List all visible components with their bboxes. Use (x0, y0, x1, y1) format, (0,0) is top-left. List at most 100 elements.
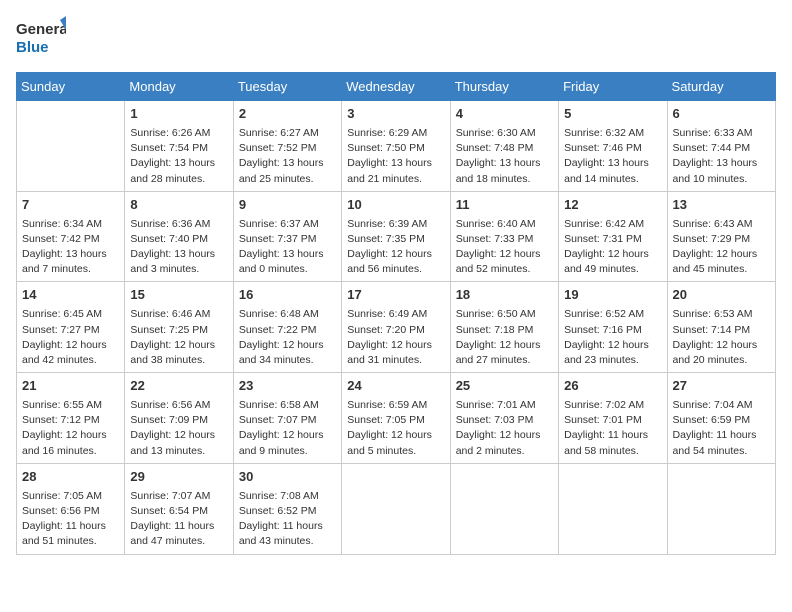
calendar-cell: 30 Sunrise: 7:08 AMSunset: 6:52 PMDayligh… (233, 463, 341, 554)
day-info: Sunrise: 7:08 AMSunset: 6:52 PMDaylight:… (239, 489, 336, 550)
day-number: 5 (564, 105, 661, 124)
day-info: Sunrise: 6:40 AMSunset: 7:33 PMDaylight:… (456, 217, 553, 278)
svg-text:Blue: Blue (16, 39, 49, 56)
calendar-cell: 12 Sunrise: 6:42 AMSunset: 7:31 PMDayligh… (559, 191, 667, 282)
calendar-cell: 24 Sunrise: 6:59 AMSunset: 7:05 PMDayligh… (342, 373, 450, 464)
calendar-cell: 3 Sunrise: 6:29 AMSunset: 7:50 PMDaylight… (342, 101, 450, 192)
day-number: 8 (130, 196, 227, 215)
week-row-2: 7 Sunrise: 6:34 AMSunset: 7:42 PMDaylight… (17, 191, 776, 282)
calendar-cell: 28 Sunrise: 7:05 AMSunset: 6:56 PMDayligh… (17, 463, 125, 554)
weekday-header-friday: Friday (559, 73, 667, 101)
week-row-4: 21 Sunrise: 6:55 AMSunset: 7:12 PMDayligh… (17, 373, 776, 464)
day-number: 16 (239, 286, 336, 305)
day-info: Sunrise: 7:02 AMSunset: 7:01 PMDaylight:… (564, 398, 661, 459)
calendar-cell: 15Sunrise: 6:46 AMSunset: 7:25 PMDayligh… (125, 282, 233, 373)
day-number: 27 (673, 377, 770, 396)
day-number: 4 (456, 105, 553, 124)
day-info: Sunrise: 6:34 AMSunset: 7:42 PMDaylight:… (22, 217, 119, 278)
calendar-cell: 17Sunrise: 6:49 AMSunset: 7:20 PMDayligh… (342, 282, 450, 373)
day-number: 11 (456, 196, 553, 215)
day-info: Sunrise: 6:27 AMSunset: 7:52 PMDaylight:… (239, 126, 336, 187)
calendar-cell: 14 Sunrise: 6:45 AMSunset: 7:27 PMDayligh… (17, 282, 125, 373)
day-info: Sunrise: 6:52 AMSunset: 7:16 PMDaylight:… (564, 307, 661, 368)
day-info: Sunrise: 6:49 AMSunset: 7:20 PMDaylight:… (347, 307, 444, 368)
day-info: Sunrise: 6:59 AMSunset: 7:05 PMDaylight:… (347, 398, 444, 459)
weekday-header-sunday: Sunday (17, 73, 125, 101)
day-number: 26 (564, 377, 661, 396)
calendar-cell (559, 463, 667, 554)
day-number: 21 (22, 377, 119, 396)
calendar-cell: 1 Sunrise: 6:26 AMSunset: 7:54 PMDaylight… (125, 101, 233, 192)
day-info: Sunrise: 6:43 AMSunset: 7:29 PMDaylight:… (673, 217, 770, 278)
day-info: Sunrise: 6:56 AMSunset: 7:09 PMDaylight:… (130, 398, 227, 459)
calendar-cell: 21 Sunrise: 6:55 AMSunset: 7:12 PMDayligh… (17, 373, 125, 464)
day-number: 29 (130, 468, 227, 487)
day-number: 2 (239, 105, 336, 124)
day-number: 23 (239, 377, 336, 396)
day-info: Sunrise: 6:50 AMSunset: 7:18 PMDaylight:… (456, 307, 553, 368)
day-number: 14 (22, 286, 119, 305)
weekday-header-monday: Monday (125, 73, 233, 101)
weekday-header-tuesday: Tuesday (233, 73, 341, 101)
calendar-cell: 2 Sunrise: 6:27 AMSunset: 7:52 PMDaylight… (233, 101, 341, 192)
calendar-cell: 7 Sunrise: 6:34 AMSunset: 7:42 PMDaylight… (17, 191, 125, 282)
day-info: Sunrise: 6:29 AMSunset: 7:50 PMDaylight:… (347, 126, 444, 187)
day-number: 7 (22, 196, 119, 215)
calendar-cell: 6 Sunrise: 6:33 AMSunset: 7:44 PMDaylight… (667, 101, 775, 192)
week-row-3: 14 Sunrise: 6:45 AMSunset: 7:27 PMDayligh… (17, 282, 776, 373)
calendar-cell: 19 Sunrise: 6:52 AMSunset: 7:16 PMDayligh… (559, 282, 667, 373)
calendar-cell: 16Sunrise: 6:48 AMSunset: 7:22 PMDayligh… (233, 282, 341, 373)
day-number: 3 (347, 105, 444, 124)
day-info: Sunrise: 7:05 AMSunset: 6:56 PMDaylight:… (22, 489, 119, 550)
day-info: Sunrise: 6:42 AMSunset: 7:31 PMDaylight:… (564, 217, 661, 278)
calendar-cell: 23 Sunrise: 6:58 AMSunset: 7:07 PMDayligh… (233, 373, 341, 464)
logo: General Blue (16, 16, 66, 60)
weekday-header-wednesday: Wednesday (342, 73, 450, 101)
calendar-cell: 10 Sunrise: 6:39 AMSunset: 7:35 PMDayligh… (342, 191, 450, 282)
day-info: Sunrise: 6:33 AMSunset: 7:44 PMDaylight:… (673, 126, 770, 187)
calendar-table: SundayMondayTuesdayWednesdayThursdayFrid… (16, 72, 776, 555)
day-info: Sunrise: 6:30 AMSunset: 7:48 PMDaylight:… (456, 126, 553, 187)
day-info: Sunrise: 6:39 AMSunset: 7:35 PMDaylight:… (347, 217, 444, 278)
calendar-cell: 26 Sunrise: 7:02 AMSunset: 7:01 PMDayligh… (559, 373, 667, 464)
day-number: 30 (239, 468, 336, 487)
logo-svg: General Blue (16, 16, 66, 60)
calendar-cell: 25Sunrise: 7:01 AMSunset: 7:03 PMDayligh… (450, 373, 558, 464)
calendar-cell: 18Sunrise: 6:50 AMSunset: 7:18 PMDayligh… (450, 282, 558, 373)
weekday-header-thursday: Thursday (450, 73, 558, 101)
weekday-header-row: SundayMondayTuesdayWednesdayThursdayFrid… (17, 73, 776, 101)
calendar-cell: 29Sunrise: 7:07 AMSunset: 6:54 PMDayligh… (125, 463, 233, 554)
calendar-cell (667, 463, 775, 554)
day-number: 12 (564, 196, 661, 215)
day-info: Sunrise: 6:37 AMSunset: 7:37 PMDaylight:… (239, 217, 336, 278)
calendar-cell (342, 463, 450, 554)
calendar-cell: 11 Sunrise: 6:40 AMSunset: 7:33 PMDayligh… (450, 191, 558, 282)
calendar-cell: 5 Sunrise: 6:32 AMSunset: 7:46 PMDaylight… (559, 101, 667, 192)
calendar-cell: 20Sunrise: 6:53 AMSunset: 7:14 PMDayligh… (667, 282, 775, 373)
day-info: Sunrise: 6:45 AMSunset: 7:27 PMDaylight:… (22, 307, 119, 368)
week-row-5: 28 Sunrise: 7:05 AMSunset: 6:56 PMDayligh… (17, 463, 776, 554)
calendar-cell (17, 101, 125, 192)
day-info: Sunrise: 6:36 AMSunset: 7:40 PMDaylight:… (130, 217, 227, 278)
page-header: General Blue (16, 16, 776, 60)
day-info: Sunrise: 6:58 AMSunset: 7:07 PMDaylight:… (239, 398, 336, 459)
day-number: 6 (673, 105, 770, 124)
day-number: 10 (347, 196, 444, 215)
day-info: Sunrise: 6:26 AMSunset: 7:54 PMDaylight:… (130, 126, 227, 187)
day-number: 20 (673, 286, 770, 305)
day-info: Sunrise: 7:04 AMSunset: 6:59 PMDaylight:… (673, 398, 770, 459)
day-number: 28 (22, 468, 119, 487)
calendar-cell: 27 Sunrise: 7:04 AMSunset: 6:59 PMDayligh… (667, 373, 775, 464)
day-number: 19 (564, 286, 661, 305)
day-number: 24 (347, 377, 444, 396)
calendar-cell: 9Sunrise: 6:37 AMSunset: 7:37 PMDaylight… (233, 191, 341, 282)
calendar-cell: 22Sunrise: 6:56 AMSunset: 7:09 PMDayligh… (125, 373, 233, 464)
calendar-cell (450, 463, 558, 554)
day-info: Sunrise: 6:46 AMSunset: 7:25 PMDaylight:… (130, 307, 227, 368)
svg-text:General: General (16, 21, 66, 38)
day-number: 1 (130, 105, 227, 124)
day-info: Sunrise: 6:32 AMSunset: 7:46 PMDaylight:… (564, 126, 661, 187)
calendar-cell: 4 Sunrise: 6:30 AMSunset: 7:48 PMDaylight… (450, 101, 558, 192)
day-info: Sunrise: 6:55 AMSunset: 7:12 PMDaylight:… (22, 398, 119, 459)
day-number: 25 (456, 377, 553, 396)
